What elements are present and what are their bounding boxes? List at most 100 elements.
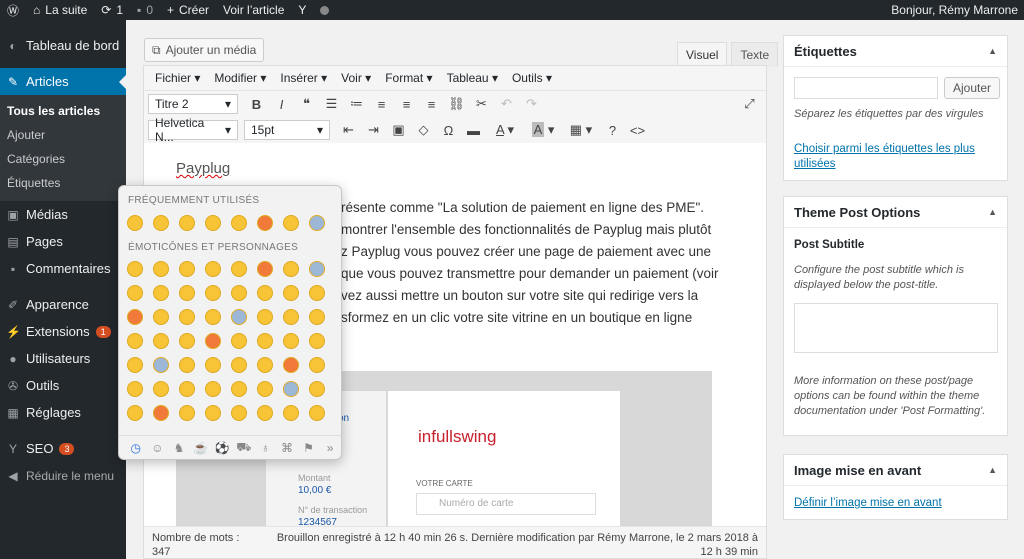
add-tag-button[interactable]: Ajouter — [944, 77, 1001, 99]
align-left-icon[interactable]: ≡ — [369, 97, 394, 112]
emoji-cell[interactable] — [200, 259, 226, 279]
flag-category-icon[interactable]: ⚑ — [298, 441, 320, 455]
emoji-cell[interactable] — [278, 307, 304, 327]
emoji-cell[interactable] — [252, 307, 278, 327]
emoji-cell[interactable] — [304, 355, 330, 375]
bullet-list-icon[interactable]: ☰ — [319, 96, 344, 112]
sidebar-item-appearance[interactable]: ✐ Apparence — [0, 291, 126, 318]
emoji-cell[interactable] — [148, 403, 174, 423]
code-icon[interactable]: <> — [625, 123, 650, 138]
emoji-cell[interactable] — [226, 283, 252, 303]
italic-icon[interactable]: I — [269, 97, 294, 112]
bold-icon[interactable]: B — [244, 97, 269, 112]
smiley-category-icon[interactable]: ☺ — [147, 441, 169, 455]
emoji-cell[interactable] — [304, 307, 330, 327]
sidebar-item-seo[interactable]: Y SEO 3 — [0, 435, 126, 462]
menu-edit[interactable]: Modifier ▾ — [207, 71, 273, 85]
submenu-categories[interactable]: Catégories — [0, 147, 126, 171]
view-post-link[interactable]: Voir l’article — [216, 0, 291, 20]
emoji-cell[interactable] — [200, 307, 226, 327]
emoji-cell[interactable] — [278, 379, 304, 399]
numbered-list-icon[interactable]: ≔ — [344, 96, 369, 112]
emoji-cell[interactable] — [148, 331, 174, 351]
travel-category-icon[interactable]: ⛟ — [233, 440, 255, 456]
site-name-link[interactable]: ⌂ La suite — [26, 0, 94, 20]
link-icon[interactable]: ⛓ — [444, 96, 469, 112]
tags-box-header[interactable]: Étiquettes ▲ — [784, 36, 1007, 67]
recent-clock-icon[interactable]: ◷ — [125, 441, 147, 455]
menu-table[interactable]: Tableau ▾ — [440, 71, 505, 85]
emoji-cell[interactable] — [122, 307, 148, 327]
tab-text[interactable]: Texte — [731, 42, 779, 67]
emoji-cell[interactable] — [252, 259, 278, 279]
indent-icon[interactable]: ⇥ — [361, 122, 386, 138]
emoji-cell[interactable] — [174, 307, 200, 327]
submenu-all-posts[interactable]: Tous les articles — [0, 99, 126, 123]
emoji-cell[interactable] — [174, 379, 200, 399]
menu-format[interactable]: Format ▾ — [378, 71, 439, 85]
outdent-icon[interactable]: ⇤ — [336, 122, 361, 138]
emoji-cell[interactable] — [122, 331, 148, 351]
emoji-cell[interactable] — [174, 403, 200, 423]
font-size-select[interactable]: 15pt ▾ — [244, 120, 330, 140]
menu-file[interactable]: Fichier ▾ — [148, 71, 207, 85]
emoji-cell[interactable] — [252, 355, 278, 375]
emoji-cell[interactable] — [226, 307, 252, 327]
text-color-icon[interactable]: A ▾ — [486, 122, 524, 138]
undo-icon[interactable]: ↶ — [494, 96, 519, 112]
emoji-cell[interactable] — [226, 403, 252, 423]
featured-box-header[interactable]: Image mise en avant ▲ — [784, 455, 1007, 486]
emoji-cell[interactable] — [148, 355, 174, 375]
emoji-cell[interactable] — [278, 331, 304, 351]
emoji-cell[interactable] — [226, 331, 252, 351]
sidebar-item-settings[interactable]: ▦ Réglages — [0, 399, 126, 426]
tag-input[interactable] — [794, 77, 938, 99]
symbols-category-icon[interactable]: ⌘ — [276, 441, 298, 455]
paste-text-icon[interactable]: ▣ — [386, 122, 411, 138]
emoji-cell[interactable] — [174, 259, 200, 279]
sidebar-item-plugins[interactable]: ⚡ Extensions 1 — [0, 318, 126, 345]
sidebar-item-comments[interactable]: ▪ Commentaires — [0, 255, 126, 282]
emoji-cell[interactable] — [304, 331, 330, 351]
emoji-cell[interactable] — [226, 379, 252, 399]
emoji-cell[interactable] — [278, 259, 304, 279]
updates-link[interactable]: ⟳ 1 — [94, 0, 130, 20]
choose-popular-tags-link[interactable]: Choisir parmi les étiquettes les plus ut… — [794, 143, 975, 170]
emoji-cell[interactable] — [148, 283, 174, 303]
emoji-cell[interactable] — [174, 331, 200, 351]
post-subtitle-textarea[interactable] — [794, 303, 998, 353]
objects-category-icon[interactable]: ♁ — [255, 441, 277, 455]
background-color-icon[interactable]: A ▾ — [524, 122, 562, 138]
emoji-cell[interactable] — [122, 259, 148, 279]
emoji-cell[interactable] — [252, 331, 278, 351]
emoji-cell[interactable] — [304, 283, 330, 303]
quote-icon[interactable]: ❝ — [294, 96, 319, 112]
emoji-cell[interactable] — [226, 355, 252, 375]
sidebar-item-media[interactable]: ▣ Médias — [0, 201, 126, 228]
collapse-menu-button[interactable]: ◀ Réduire le menu — [0, 462, 126, 489]
emoji-cell[interactable] — [200, 355, 226, 375]
emoji-cell[interactable] — [122, 379, 148, 399]
emoji-cell[interactable] — [174, 213, 200, 233]
new-content-link[interactable]: + Créer — [160, 0, 216, 20]
unlink-icon[interactable]: ✂ — [469, 96, 494, 112]
emoji-cell[interactable] — [304, 213, 330, 233]
align-right-icon[interactable]: ≡ — [419, 97, 444, 112]
add-media-button[interactable]: ⧉ Ajouter un média — [144, 38, 265, 62]
table-icon[interactable]: ▦ ▾ — [562, 122, 600, 138]
caret-up-icon[interactable]: ▲ — [988, 207, 997, 217]
fullscreen-icon[interactable]: ⤢ — [737, 96, 762, 112]
emoji-cell[interactable] — [122, 403, 148, 423]
help-icon[interactable]: ? — [600, 123, 625, 138]
emoji-cell[interactable] — [278, 355, 304, 375]
emoji-cell[interactable] — [148, 379, 174, 399]
emoji-cell[interactable] — [278, 403, 304, 423]
user-greeting[interactable]: Bonjour, Rémy Marrone — [884, 0, 1024, 20]
more-icon[interactable]: » — [319, 441, 341, 455]
emoji-cell[interactable] — [304, 259, 330, 279]
sidebar-item-dashboard[interactable]: ◐ Tableau de bord — [0, 32, 126, 59]
emoji-cell[interactable] — [304, 403, 330, 423]
menu-insert[interactable]: Insérer ▾ — [273, 71, 334, 85]
redo-icon[interactable]: ↷ — [519, 96, 544, 112]
emoji-cell[interactable] — [200, 379, 226, 399]
